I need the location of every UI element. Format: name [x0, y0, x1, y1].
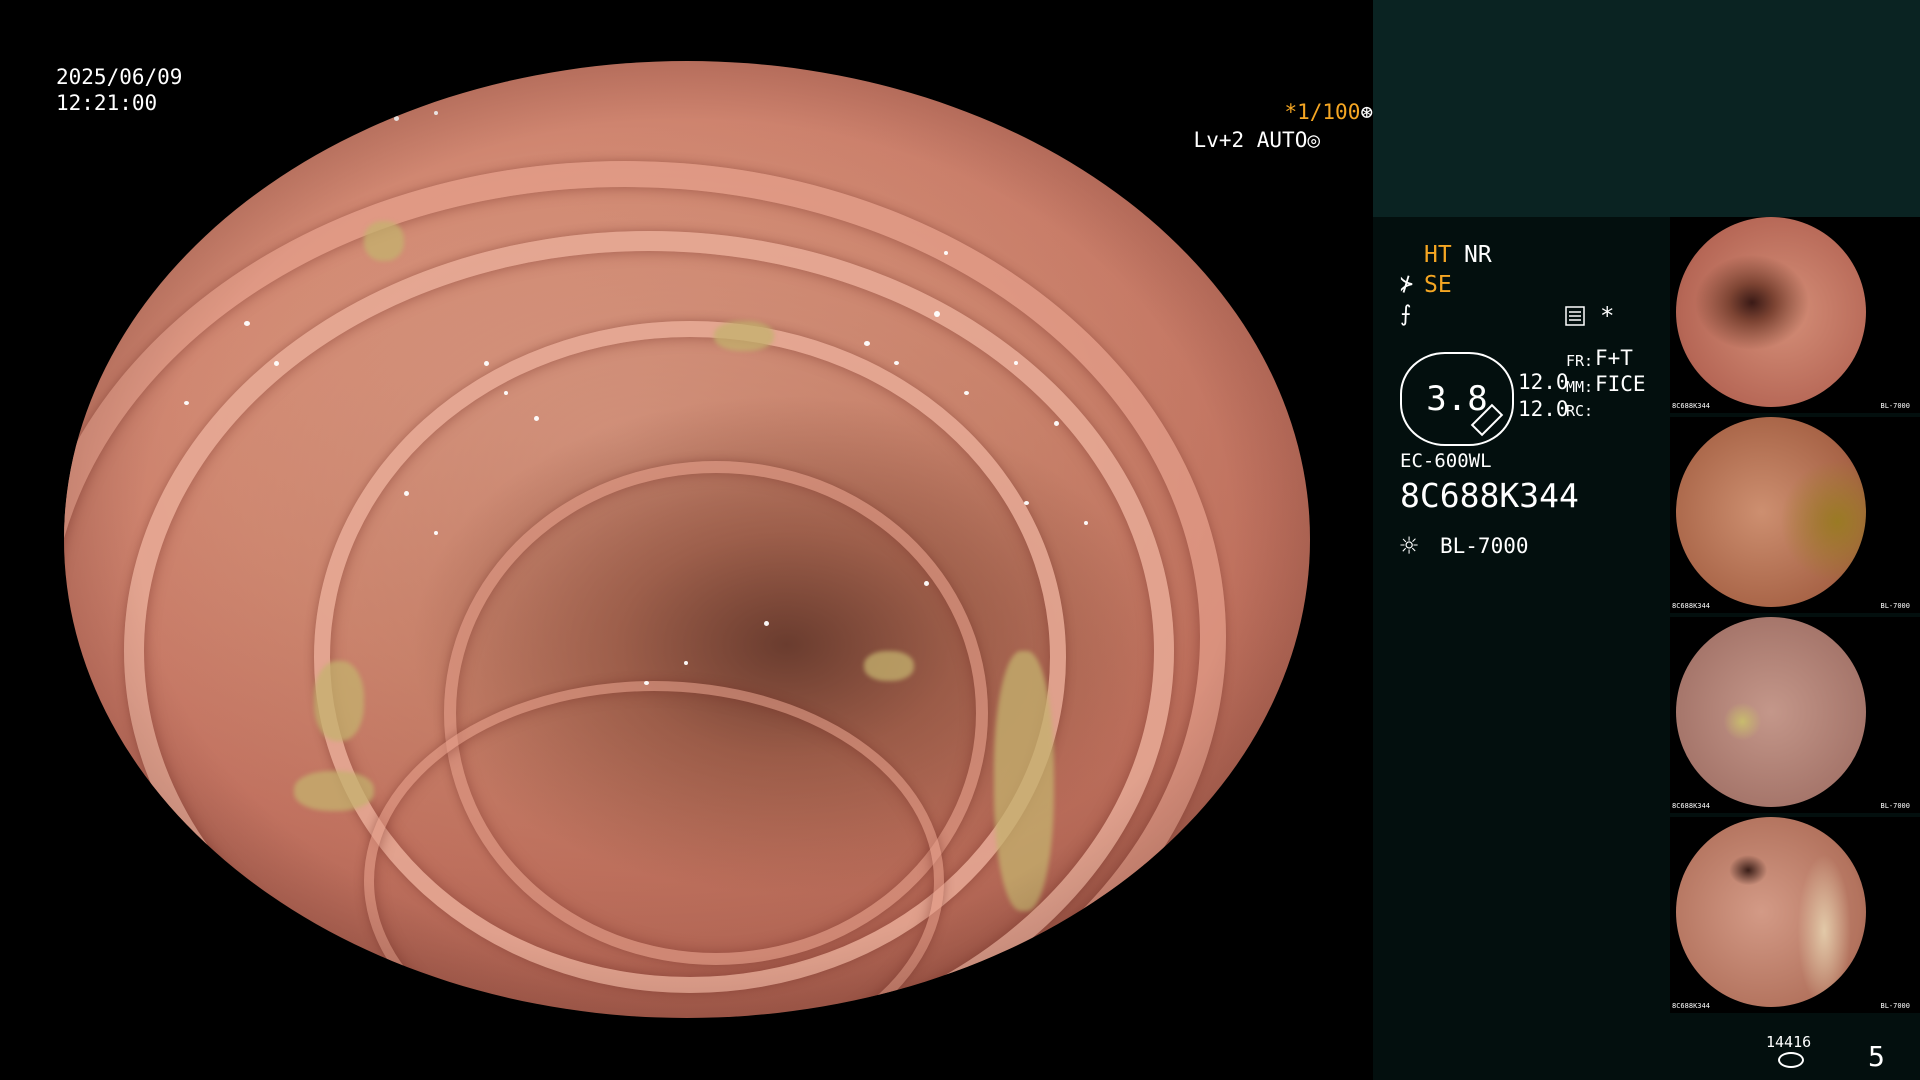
scope-model: EC-600WL	[1400, 450, 1492, 472]
thumbnail-image-1[interactable]: 8C688K344 BL-7000	[1670, 217, 1920, 413]
thumbnail-image-4[interactable]: 8C688K344 BL-7000	[1670, 817, 1920, 1013]
thumbnail-view	[1676, 217, 1866, 407]
f-curve-icon: ⨍	[1400, 302, 1412, 327]
zoom-indicator: 3.8	[1400, 352, 1514, 446]
mm-label: MM:	[1566, 378, 1594, 396]
thumbnail-serial: 8C688K344	[1672, 1002, 1710, 1010]
ratio-value-2: 12.0	[1518, 397, 1569, 421]
rc-label: RC:	[1566, 402, 1594, 420]
scope-se-icon: ⊁	[1400, 272, 1414, 297]
auto-iris-icon: ◎	[1307, 128, 1320, 152]
se-indicator: SE	[1424, 272, 1452, 298]
storage-icon	[1778, 1052, 1804, 1068]
thumbnail-serial: 8C688K344	[1672, 402, 1710, 410]
endoscopy-main-view: 2025/06/09 12:21:00 *1/100⊛ Lv+2 AUTO◎	[0, 0, 1373, 1080]
thumbnail-view	[1676, 617, 1866, 807]
thumbnail-light: BL-7000	[1880, 1002, 1910, 1010]
fr-value: F+T	[1595, 346, 1633, 370]
zoom-value: 3.8	[1426, 379, 1488, 419]
shutter-text: *1/100	[1284, 100, 1361, 124]
date-text: 2025/06/09	[56, 65, 183, 89]
nr-indicator: NR	[1464, 242, 1492, 268]
fr-label: FR:	[1566, 352, 1594, 370]
ratio-value-1: 12.0	[1518, 370, 1569, 394]
thumbnail-view	[1676, 817, 1866, 1007]
thumbnail-light: BL-7000	[1880, 602, 1910, 610]
scope-info-panel: HT NR ⊁ SE ⨍ * 3.8 12.0 12.0 FR: F+T MM:…	[1400, 240, 1670, 580]
thumbnail-image-2[interactable]: 8C688K344 BL-7000	[1670, 417, 1920, 613]
light-source-model: BL-7000	[1440, 534, 1529, 558]
page-number: 5	[1868, 1040, 1885, 1073]
mm-value: FICE	[1595, 372, 1646, 396]
level-text: Lv+2 AUTO	[1193, 128, 1308, 152]
ht-indicator: HT	[1424, 242, 1452, 268]
thumbnail-serial: 8C688K344	[1672, 802, 1710, 810]
colon-lumen-image	[64, 61, 1310, 1018]
thumbnail-serial: 8C688K344	[1672, 602, 1710, 610]
aperture-icon: ⊛	[1360, 100, 1373, 124]
image-count: 14416	[1766, 1033, 1812, 1051]
thumbnail-light: BL-7000	[1880, 402, 1910, 410]
lens-vignette	[64, 61, 1310, 1018]
asterisk-icon: *	[1600, 302, 1615, 330]
panel-header	[1373, 0, 1920, 217]
shutter-readout: *1/100⊛	[53, 99, 1373, 125]
thumbnail-light: BL-7000	[1880, 802, 1910, 810]
thumbnail-view	[1676, 417, 1866, 607]
level-readout: Lv+2 AUTO◎	[0, 127, 1320, 153]
thumbnail-image-3[interactable]: 8C688K344 BL-7000	[1670, 617, 1920, 813]
menu-icon	[1565, 306, 1585, 326]
scope-serial: 8C688K344	[1400, 476, 1579, 515]
light-bulb-icon: ☼	[1400, 529, 1419, 564]
